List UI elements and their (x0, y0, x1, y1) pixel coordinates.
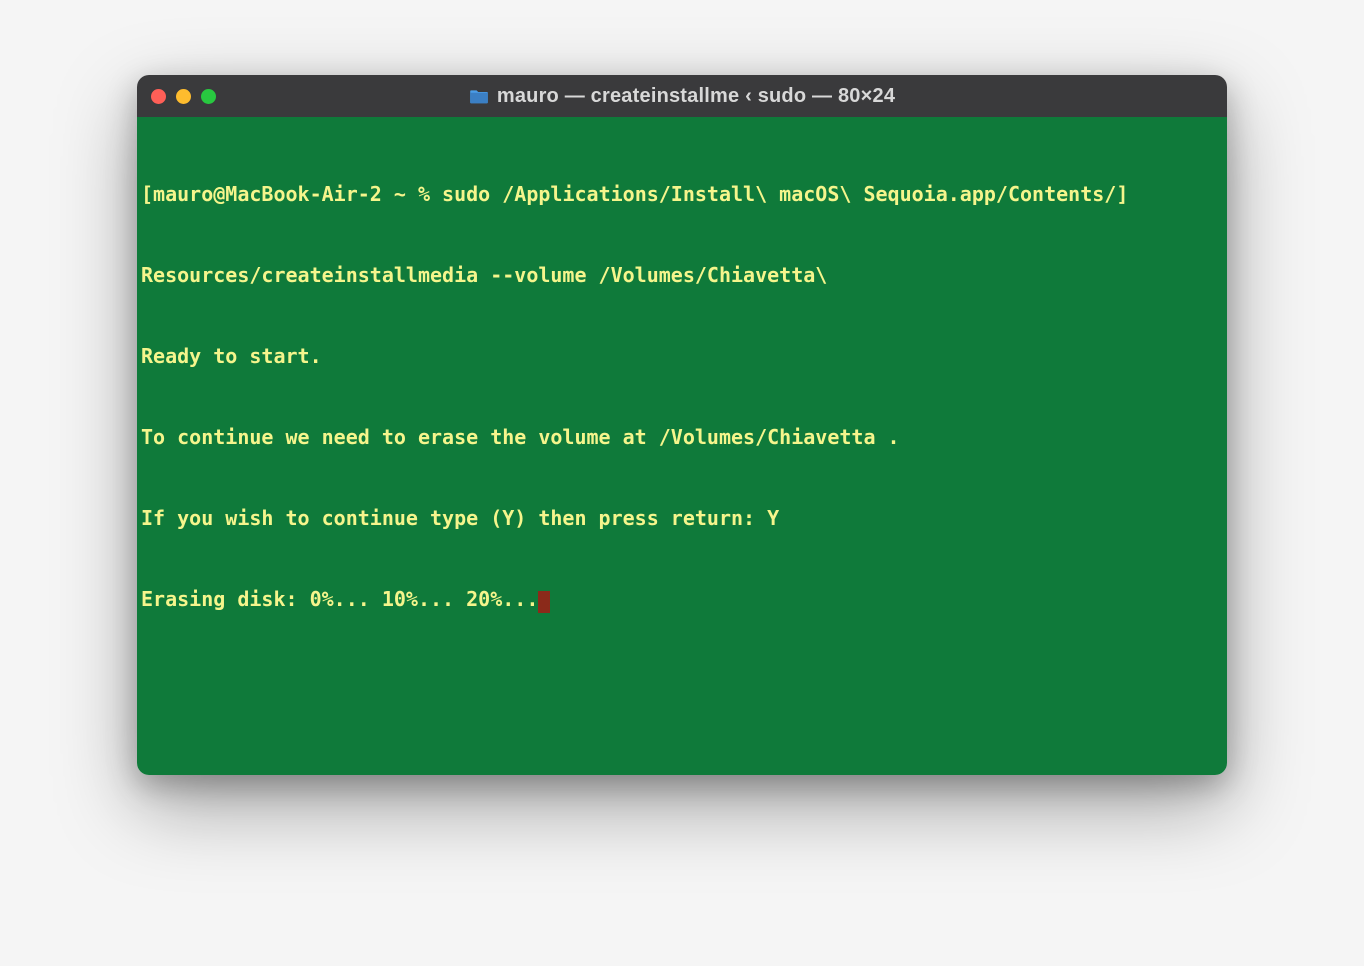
close-button[interactable] (151, 89, 166, 104)
terminal-line-1: [mauro@MacBook-Air-2 ~ % sudo /Applicati… (141, 181, 1223, 208)
prompt-and-command: mauro@MacBook-Air-2 ~ % sudo /Applicatio… (153, 182, 1116, 206)
terminal-line-3: Ready to start. (141, 343, 1223, 370)
terminal-line-6: Erasing disk: 0%... 10%... 20%... (141, 586, 1223, 613)
title-bar: mauro — createinstallme ‹ sudo — 80×24 (137, 75, 1227, 117)
folder-icon (469, 88, 489, 104)
terminal-line-4: To continue we need to erase the volume … (141, 424, 1223, 451)
terminal-line-2: Resources/createinstallmedia --volume /V… (141, 262, 1223, 289)
open-bracket: [ (141, 182, 153, 206)
terminal-body[interactable]: [mauro@MacBook-Air-2 ~ % sudo /Applicati… (137, 117, 1227, 775)
terminal-window: mauro — createinstallme ‹ sudo — 80×24 [… (137, 75, 1227, 775)
minimize-button[interactable] (176, 89, 191, 104)
title-wrap: mauro — createinstallme ‹ sudo — 80×24 (137, 85, 1227, 108)
close-bracket: ] (1116, 182, 1128, 206)
cursor (538, 591, 550, 613)
erase-progress-text: Erasing disk: 0%... 10%... 20%... (141, 587, 538, 611)
maximize-button[interactable] (201, 89, 216, 104)
window-title: mauro — createinstallme ‹ sudo — 80×24 (497, 85, 895, 108)
traffic-lights (151, 89, 216, 104)
terminal-line-5: If you wish to continue type (Y) then pr… (141, 505, 1223, 532)
